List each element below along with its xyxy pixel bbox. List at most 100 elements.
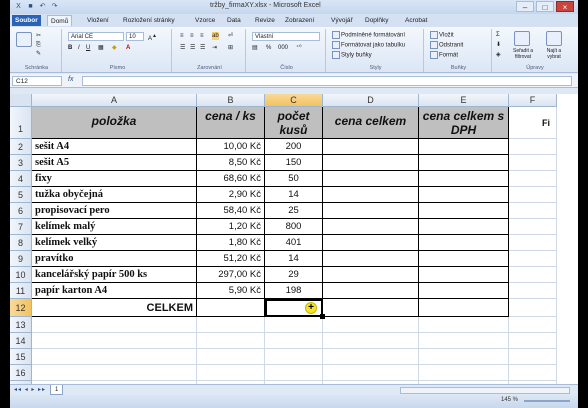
cell[interactable] [265, 317, 323, 333]
format-button[interactable]: Formát [430, 51, 458, 60]
price-cell[interactable]: 68,60 Kč [197, 171, 265, 187]
column-header-f[interactable]: F [509, 94, 557, 107]
conditional-formatting-button[interactable]: Podmíněné formátování [332, 31, 405, 40]
cell[interactable] [419, 317, 509, 333]
cell[interactable] [509, 251, 557, 267]
header-cell-price[interactable]: cena / ks [197, 107, 265, 139]
cell[interactable] [419, 349, 509, 365]
row-header-1[interactable]: 1 [10, 107, 32, 139]
font-color-icon[interactable]: A [126, 44, 130, 52]
item-cell[interactable]: papír karton A4 [32, 283, 197, 299]
column-header-a[interactable]: A [32, 94, 197, 107]
fx-icon[interactable]: fx [68, 76, 73, 83]
quantity-cell[interactable]: 800 [265, 219, 323, 235]
total-vat-cell[interactable] [419, 219, 509, 235]
find-select-icon[interactable] [546, 31, 562, 46]
tab-4[interactable]: Vzorce [192, 15, 218, 26]
row-header-10[interactable]: 10 [10, 267, 32, 283]
grand-total-cell[interactable] [323, 299, 419, 317]
undo-icon[interactable]: ↶ [38, 2, 47, 11]
cell[interactable] [323, 317, 419, 333]
percent-button[interactable]: % [266, 44, 271, 52]
align-center-icon[interactable]: ☰ [190, 44, 195, 52]
cell[interactable] [323, 365, 419, 381]
cell[interactable] [509, 171, 557, 187]
total-cell[interactable] [323, 187, 419, 203]
row-header-15[interactable]: 15 [10, 349, 32, 365]
row-header-9[interactable]: 9 [10, 251, 32, 267]
item-cell[interactable]: fixy [32, 171, 197, 187]
row-header-4[interactable]: 4 [10, 171, 32, 187]
total-cell[interactable] [323, 219, 419, 235]
grand-total-vat-cell[interactable] [419, 299, 509, 317]
cell[interactable] [509, 365, 557, 381]
cell[interactable] [509, 283, 557, 299]
header-cell-total[interactable]: cena celkem [323, 107, 419, 139]
total-cell[interactable] [323, 139, 419, 155]
row-header-8[interactable]: 8 [10, 235, 32, 251]
fill-icon[interactable]: ⬇ [496, 41, 501, 49]
italic-button[interactable]: I [78, 44, 80, 52]
row-header-11[interactable]: 11 [10, 283, 32, 299]
cell[interactable] [265, 333, 323, 349]
row-header-7[interactable]: 7 [10, 219, 32, 235]
sheet-tab[interactable]: 1 [50, 385, 64, 395]
cell[interactable] [197, 317, 265, 333]
item-cell[interactable]: kelímek velký [32, 235, 197, 251]
total-vat-cell[interactable] [419, 139, 509, 155]
quantity-cell[interactable]: 14 [265, 187, 323, 203]
item-cell[interactable]: tužka obyčejná [32, 187, 197, 203]
quantity-cell[interactable]: 401 [265, 235, 323, 251]
align-right-icon[interactable]: ☰ [200, 44, 205, 52]
cell[interactable] [509, 267, 557, 283]
total-cell[interactable] [323, 235, 419, 251]
quantity-cell[interactable]: 200 [265, 139, 323, 155]
cell[interactable] [32, 349, 197, 365]
save-icon[interactable]: ■ [26, 2, 35, 11]
cell[interactable] [419, 333, 509, 349]
cell[interactable] [509, 219, 557, 235]
total-vat-cell[interactable] [419, 267, 509, 283]
name-box[interactable]: C12 [12, 76, 62, 86]
tab-2[interactable]: Vložení [84, 15, 112, 26]
select-all-corner[interactable] [10, 94, 32, 107]
cell[interactable] [323, 333, 419, 349]
cell[interactable] [509, 317, 557, 333]
find-select-label[interactable]: Najít a vybrat [540, 48, 568, 60]
row-header-2[interactable]: 2 [10, 139, 32, 155]
cell-styles-button[interactable]: Styly buňky [332, 51, 372, 60]
total-vat-cell[interactable] [419, 283, 509, 299]
item-cell[interactable]: sešit A4 [32, 139, 197, 155]
cell[interactable] [265, 349, 323, 365]
delete-button[interactable]: Odstranit [430, 41, 463, 50]
column-header-e[interactable]: E [419, 94, 509, 107]
thousands-button[interactable]: 000 [278, 44, 288, 52]
align-left-icon[interactable]: ☰ [180, 44, 185, 52]
total-vat-cell[interactable] [419, 155, 509, 171]
sheet-nav-icons[interactable]: ◂◂ ◂ ▸ ▸▸ [14, 386, 46, 393]
total-vat-cell[interactable] [419, 171, 509, 187]
price-cell[interactable]: 5,90 Kč [197, 283, 265, 299]
paste-icon[interactable] [16, 32, 32, 47]
price-cell[interactable]: 297,00 Kč [197, 267, 265, 283]
tab-10[interactable]: Acrobat [402, 15, 430, 26]
fill-color-icon[interactable]: ◆ [112, 44, 117, 52]
row-header-5[interactable]: 5 [10, 187, 32, 203]
cell[interactable] [32, 333, 197, 349]
cell[interactable] [509, 139, 557, 155]
total-label-cell[interactable]: CELKEM [32, 299, 197, 317]
quantity-cell[interactable]: 29 [265, 267, 323, 283]
quantity-cell[interactable]: 150 [265, 155, 323, 171]
borders-icon[interactable]: ▦ [98, 44, 104, 52]
cell[interactable] [509, 235, 557, 251]
quantity-cell[interactable]: 25 [265, 203, 323, 219]
cell[interactable] [509, 333, 557, 349]
row-header-16[interactable]: 16 [10, 365, 32, 381]
accounting-icon[interactable]: ▤ [252, 44, 258, 52]
formula-input[interactable] [82, 76, 572, 86]
redo-icon[interactable]: ↷ [50, 2, 59, 11]
cell[interactable] [323, 349, 419, 365]
row-header-12[interactable]: 12 [10, 299, 32, 317]
zoom-slider[interactable] [524, 400, 570, 402]
price-cell[interactable]: 1,80 Kč [197, 235, 265, 251]
